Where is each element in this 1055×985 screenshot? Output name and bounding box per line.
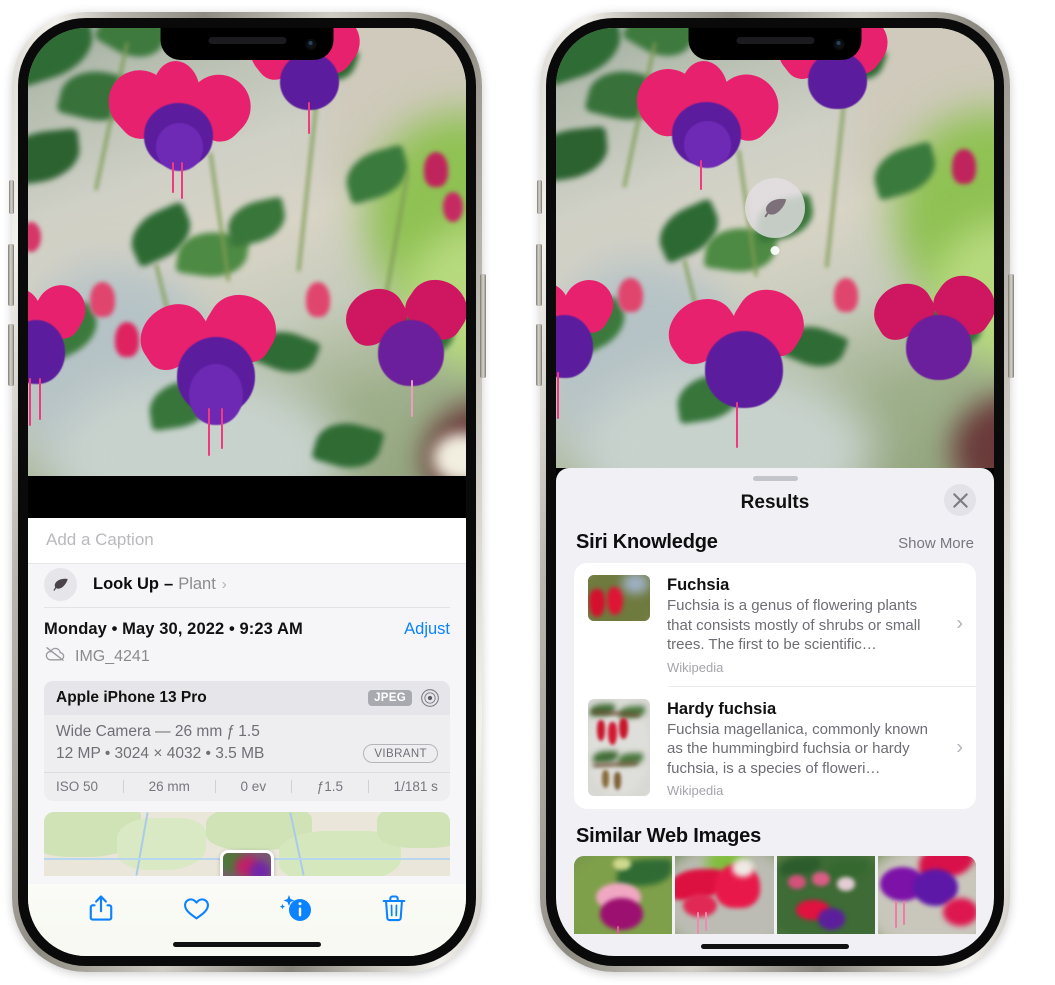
similar-web-images-header: Similar Web Images	[556, 809, 994, 856]
look-up-row[interactable]: ✦ ✦ Look Up – Plant ›	[28, 557, 466, 606]
aperture-icon	[420, 688, 440, 708]
home-indicator-right[interactable]	[701, 944, 849, 949]
divider	[44, 607, 450, 609]
divider	[214, 780, 216, 794]
siri-knowledge-card-group: Fuchsia Fuchsia is a genus of flowering …	[574, 563, 976, 810]
photo-toolbar	[28, 884, 466, 933]
web-image-thumbnail[interactable]	[675, 856, 774, 935]
chevron-right-icon: ›	[956, 736, 963, 759]
result-source: Wikipedia	[667, 783, 724, 799]
divider	[122, 780, 124, 794]
web-image-thumbnail[interactable]	[776, 856, 875, 935]
power-button-left[interactable]	[480, 274, 486, 378]
similar-web-images-strip[interactable]	[574, 856, 976, 935]
earpiece-speaker	[736, 37, 814, 44]
results-header: Results	[556, 481, 994, 525]
screenshot-stage: Add a Caption ✦ ✦ Look Up – Plant	[0, 0, 1055, 985]
knowledge-result-row[interactable]: Hardy fuchsia Fuchsia magellanica, commo…	[574, 687, 976, 810]
volume-up-button-right[interactable]	[536, 244, 542, 306]
result-title: Hardy fuchsia	[667, 699, 777, 718]
exif-shutter: 1/181 s	[393, 779, 438, 795]
trash-icon[interactable]	[382, 894, 406, 922]
knowledge-result-row[interactable]: Fuchsia Fuchsia is a genus of flowering …	[574, 563, 976, 686]
caption-placeholder: Add a Caption	[46, 530, 154, 550]
format-badge: JPEG	[368, 690, 412, 707]
visual-lookup-results-sheet: Results Siri Knowledge Show More Fuchsia…	[556, 468, 994, 956]
exif-row: ISO 50 26 mm 0 ev ƒ1.5 1/181 s	[44, 772, 450, 801]
exif-focal: 26 mm	[148, 779, 190, 795]
camera-card-body: Wide Camera — 26 mm ƒ 1.5 12 MP • 3024 ×…	[44, 715, 450, 772]
screen-right: Results Siri Knowledge Show More Fuchsia…	[556, 28, 994, 956]
iphone-right: Results Siri Knowledge Show More Fuchsia…	[536, 12, 1014, 972]
iphone-left: Add a Caption ✦ ✦ Look Up – Plant	[8, 12, 486, 972]
result-thumbnail	[588, 698, 650, 796]
exif-aperture: ƒ1.5	[316, 779, 343, 795]
file-row: IMG_4241	[44, 646, 450, 667]
photo-date: Monday • May 30, 2022 • 9:23 AM	[44, 620, 303, 639]
map-photo-pin[interactable]	[220, 850, 274, 877]
camera-device-name: Apple iPhone 13 Pro	[56, 689, 207, 707]
exif-ev: 0 ev	[240, 779, 267, 795]
volume-down-button-right[interactable]	[536, 324, 542, 386]
info-sparkle-icon[interactable]	[279, 893, 313, 923]
siri-knowledge-header: Siri Knowledge Show More	[556, 525, 994, 563]
similar-web-images-title: Similar Web Images	[576, 825, 761, 848]
web-image-thumbnail[interactable]	[877, 856, 976, 935]
camera-info-card: Apple iPhone 13 Pro JPEG Wide Camera — 2…	[44, 681, 450, 802]
map-pin-thumbnail	[223, 853, 271, 877]
divider	[367, 780, 369, 794]
photo-viewer-right[interactable]	[556, 28, 994, 468]
front-camera-icon	[833, 39, 845, 50]
adjust-button[interactable]: Adjust	[404, 620, 450, 639]
results-title: Results	[740, 492, 810, 513]
exif-iso: ISO 50	[56, 779, 99, 795]
divider	[290, 780, 292, 794]
date-row: Monday • May 30, 2022 • 9:23 AM Adjust	[44, 620, 450, 639]
look-up-title: Look Up	[93, 574, 159, 593]
metadata-block: Monday • May 30, 2022 • 9:23 AM Adjust I…	[28, 605, 466, 885]
result-source: Wikipedia	[667, 659, 724, 675]
result-title: Fuchsia	[667, 576, 730, 594]
size-line: 12 MP • 3024 × 4032 • 3.5 MB	[56, 744, 265, 762]
photographic-style-badge: VIBRANT	[363, 744, 438, 764]
notch-right	[688, 28, 862, 60]
icloud-slash-icon	[44, 646, 66, 667]
result-description: Fuchsia is a genus of flowering plants t…	[667, 597, 921, 654]
lens-line: Wide Camera — 26 mm ƒ 1.5	[56, 723, 260, 741]
front-camera-icon	[305, 39, 317, 50]
result-description: Fuchsia magellanica, commonly known as t…	[667, 720, 928, 777]
look-up-label-group: Look Up – Plant ›	[93, 575, 227, 594]
close-icon[interactable]	[944, 484, 976, 516]
volume-up-button-left[interactable]	[8, 244, 14, 306]
leaf-icon	[764, 198, 787, 218]
location-map[interactable]	[44, 812, 450, 877]
siri-knowledge-title: Siri Knowledge	[576, 531, 718, 553]
photo-info-sheet: Add a Caption ✦ ✦ Look Up – Plant	[28, 518, 466, 956]
power-button-right[interactable]	[1008, 274, 1014, 378]
chevron-right-icon: ›	[956, 612, 963, 635]
web-image-thumbnail[interactable]	[574, 856, 673, 935]
show-more-button[interactable]: Show More	[898, 535, 974, 552]
notch-left	[160, 28, 334, 60]
photo-viewer-left[interactable]	[28, 28, 466, 476]
look-up-subject: Plant	[178, 574, 216, 593]
silent-switch-left[interactable]	[9, 180, 14, 214]
leaf-icon	[44, 567, 77, 601]
screen-left: Add a Caption ✦ ✦ Look Up – Plant	[28, 28, 466, 956]
share-icon[interactable]	[88, 894, 114, 922]
visual-lookup-leaf-badge[interactable]	[745, 178, 805, 238]
result-thumbnail	[588, 575, 650, 621]
sparkle-icon-large: ✦	[28, 557, 30, 570]
volume-down-button-left[interactable]	[8, 324, 14, 386]
chevron-right-icon: ›	[221, 575, 227, 593]
silent-switch-right[interactable]	[537, 180, 542, 214]
look-up-dash: –	[164, 574, 174, 593]
caption-row[interactable]: Add a Caption	[28, 518, 466, 564]
heart-icon[interactable]	[183, 896, 210, 921]
earpiece-speaker	[208, 37, 286, 44]
file-name: IMG_4241	[75, 647, 150, 665]
home-indicator-left[interactable]	[28, 932, 466, 956]
camera-card-header: Apple iPhone 13 Pro JPEG	[44, 681, 450, 716]
visual-lookup-anchor-dot	[770, 246, 780, 255]
